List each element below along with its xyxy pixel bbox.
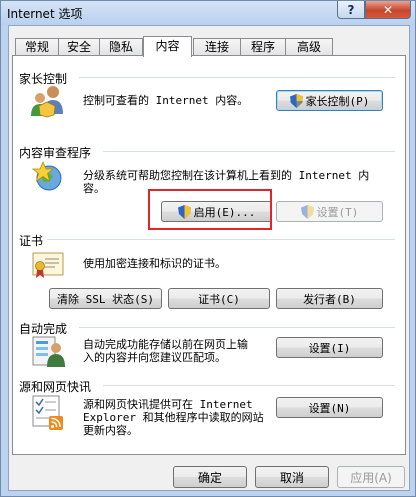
uac-shield-icon xyxy=(300,204,314,219)
group-divider xyxy=(79,327,395,328)
feeds-settings-button[interactable]: 设置(N) xyxy=(276,397,383,418)
group-divider xyxy=(103,151,395,152)
autocomplete-settings-button[interactable]: 设置(I) xyxy=(276,337,383,358)
highlight-box xyxy=(148,189,272,230)
tab-advanced[interactable]: 高级 xyxy=(285,38,333,56)
internet-options-window: Internet 选项 ? ✕ 常规 安全 隐私 内容 连接 程序 高级 家长控… xyxy=(0,0,416,497)
certificate-icon xyxy=(32,252,64,278)
clear-ssl-state-button[interactable]: 清除 SSL 状态(S) xyxy=(49,288,162,309)
group-divider xyxy=(103,385,395,386)
tab-privacy[interactable]: 隐私 xyxy=(99,38,143,56)
parental-description: 控制可查看的 Internet 内容。 xyxy=(83,94,249,107)
close-button[interactable]: ✕ xyxy=(365,1,411,19)
parental-controls-button[interactable]: 家长控制(P) xyxy=(276,90,383,111)
content-advisor-description-line1: 分级系统可帮助您控制在该计算机上看到的 Internet 内 xyxy=(83,169,370,182)
autocomplete-description-line2: 入的内容并向您建议匹配项。 xyxy=(83,351,226,364)
uac-shield-icon xyxy=(289,93,303,108)
feeds-description-line1: 源和网页快讯提供可在 Internet xyxy=(83,398,253,411)
group-divider xyxy=(79,77,395,78)
content-advisor-description-line2: 容。 xyxy=(83,182,105,195)
feeds-description-line2: Explorer 和其他程序中读取的网站 xyxy=(83,411,264,424)
parental-controls-button-label: 家长控制(P) xyxy=(305,94,370,108)
tab-general[interactable]: 常规 xyxy=(15,38,59,56)
content-advisor-settings-button-label: 设置(T) xyxy=(316,205,359,219)
group-divider xyxy=(47,239,395,240)
content-tab-panel: 家长控制 控制可查看的 Internet 内容。 家长控制(P) 内容审查程序 xyxy=(12,55,406,455)
help-button[interactable]: ? xyxy=(337,1,365,19)
certificates-description: 使用加密连接和标识的证书。 xyxy=(83,257,226,270)
ok-button[interactable]: 确定 xyxy=(173,466,247,488)
cancel-button[interactable]: 取消 xyxy=(255,466,329,488)
content-advisor-star-icon xyxy=(31,160,62,191)
autocomplete-description-line1: 自动完成功能存储以前在网页上输 xyxy=(83,338,248,351)
feeds-icon xyxy=(32,395,63,430)
certificates-heading: 证书 xyxy=(19,234,44,248)
title-bar[interactable]: Internet 选项 ? ✕ xyxy=(1,1,415,25)
autocomplete-icon xyxy=(32,336,65,367)
publishers-button[interactable]: 发行者(B) xyxy=(276,288,383,309)
parental-users-icon xyxy=(31,86,63,118)
dialog-client-area: 常规 安全 隐私 内容 连接 程序 高级 家长控制 控制可查看的 Interne… xyxy=(8,25,410,491)
tab-programs[interactable]: 程序 xyxy=(240,38,286,56)
apply-button[interactable]: 应用(A) xyxy=(337,466,405,488)
window-title: Internet 选项 xyxy=(7,7,83,21)
tab-security[interactable]: 安全 xyxy=(58,38,100,56)
feeds-description-line3: 更新内容。 xyxy=(83,424,138,437)
feeds-heading: 源和网页快讯 xyxy=(19,380,92,394)
content-advisor-heading: 内容审查程序 xyxy=(19,146,92,160)
content-advisor-settings-button[interactable]: 设置(T) xyxy=(276,201,383,222)
tab-content[interactable]: 内容 xyxy=(143,36,192,57)
tab-connections[interactable]: 连接 xyxy=(193,38,241,56)
certificates-button[interactable]: 证书(C) xyxy=(168,288,270,309)
